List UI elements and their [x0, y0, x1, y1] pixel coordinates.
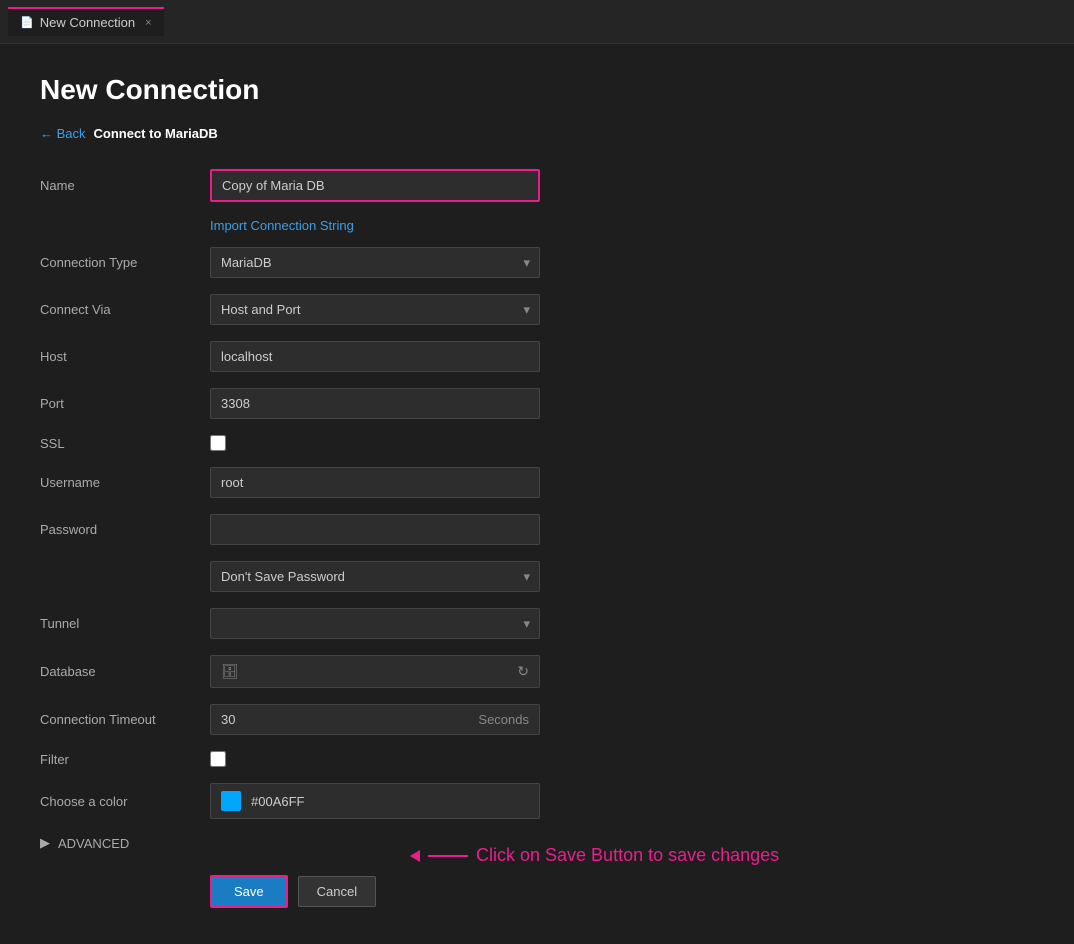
name-input[interactable]: [210, 169, 540, 202]
filter-checkbox[interactable]: [210, 751, 226, 767]
import-connection-string-link[interactable]: Import Connection String: [210, 218, 1034, 233]
advanced-label: ADVANCED: [58, 836, 129, 851]
database-label: Database: [40, 664, 210, 679]
connect-via-row: Connect Via Host and Port Socket: [40, 294, 1034, 325]
username-row: Username: [40, 467, 1034, 498]
database-icon: 🗄: [221, 663, 239, 680]
button-row: Save Cancel Click on Save Button to save…: [210, 875, 1034, 908]
tunnel-select-wrapper: [210, 608, 540, 639]
page-title: New Connection: [40, 74, 1034, 106]
connection-type-row: Connection Type MariaDB MySQL PostgreSQL…: [40, 247, 1034, 278]
connection-type-select-wrapper: MariaDB MySQL PostgreSQL SQLite MSSQL: [210, 247, 540, 278]
username-input[interactable]: [210, 467, 540, 498]
filter-label: Filter: [40, 752, 210, 767]
connect-via-select-wrapper: Host and Port Socket: [210, 294, 540, 325]
new-connection-tab[interactable]: 📄 New Connection ×: [8, 7, 164, 36]
save-annotation-text: Click on Save Button to save changes: [476, 845, 779, 866]
password-save-select-wrapper: Don't Save Password Save Password Save a…: [210, 561, 540, 592]
tab-close-button[interactable]: ×: [145, 17, 151, 29]
breadcrumb-current: Connect to MariaDB: [94, 126, 218, 141]
color-swatch: [221, 791, 241, 811]
ssl-checkbox[interactable]: [210, 435, 226, 451]
port-row: Port: [40, 388, 1034, 419]
password-label: Password: [40, 522, 210, 537]
tunnel-label: Tunnel: [40, 616, 210, 631]
tunnel-row: Tunnel: [40, 608, 1034, 639]
password-input[interactable]: [210, 514, 540, 545]
advanced-chevron: ▶: [40, 835, 50, 851]
save-annotation: Click on Save Button to save changes: [410, 845, 779, 866]
timeout-wrapper: Seconds: [210, 704, 540, 735]
timeout-row: Connection Timeout Seconds: [40, 704, 1034, 735]
timeout-input[interactable]: [221, 712, 467, 727]
connect-via-label: Connect Via: [40, 302, 210, 317]
save-button[interactable]: Save: [210, 875, 288, 908]
main-content: New Connection ← Back Connect to MariaDB…: [0, 44, 1074, 944]
port-label: Port: [40, 396, 210, 411]
name-label: Name: [40, 178, 210, 193]
filter-row: Filter: [40, 751, 1034, 767]
host-input[interactable]: [210, 341, 540, 372]
timeout-label: Connection Timeout: [40, 712, 210, 727]
database-input-wrapper[interactable]: 🗄 ↻: [210, 655, 540, 688]
cancel-button[interactable]: Cancel: [298, 876, 376, 907]
port-input[interactable]: [210, 388, 540, 419]
host-row: Host: [40, 341, 1034, 372]
name-row: Name Change Connection Name: [40, 169, 1034, 202]
color-label: Choose a color: [40, 794, 210, 809]
connection-type-select[interactable]: MariaDB MySQL PostgreSQL SQLite MSSQL: [210, 247, 540, 278]
breadcrumb-back-link[interactable]: ← Back: [40, 126, 86, 141]
breadcrumb: ← Back Connect to MariaDB: [40, 126, 1034, 141]
ssl-label: SSL: [40, 436, 210, 451]
connect-via-select[interactable]: Host and Port Socket: [210, 294, 540, 325]
timeout-suffix: Seconds: [478, 712, 529, 727]
password-save-select[interactable]: Don't Save Password Save Password Save a…: [210, 561, 540, 592]
username-label: Username: [40, 475, 210, 490]
host-label: Host: [40, 349, 210, 364]
database-refresh-icon[interactable]: ↻: [517, 663, 529, 680]
color-row: Choose a color #00A6FF: [40, 783, 1034, 819]
password-save-row: Don't Save Password Save Password Save a…: [40, 561, 1034, 592]
color-value: #00A6FF: [251, 794, 304, 809]
tunnel-select[interactable]: [210, 608, 540, 639]
save-arrow-head: [410, 850, 420, 862]
color-picker-wrapper[interactable]: #00A6FF: [210, 783, 540, 819]
save-arrow-shaft: [428, 855, 468, 857]
database-row: Database 🗄 ↻: [40, 655, 1034, 688]
connection-type-label: Connection Type: [40, 255, 210, 270]
password-row: Password: [40, 514, 1034, 545]
tab-icon: 📄: [20, 16, 34, 29]
tab-label: New Connection: [40, 15, 135, 30]
titlebar: 📄 New Connection ×: [0, 0, 1074, 44]
ssl-row: SSL: [40, 435, 1034, 451]
